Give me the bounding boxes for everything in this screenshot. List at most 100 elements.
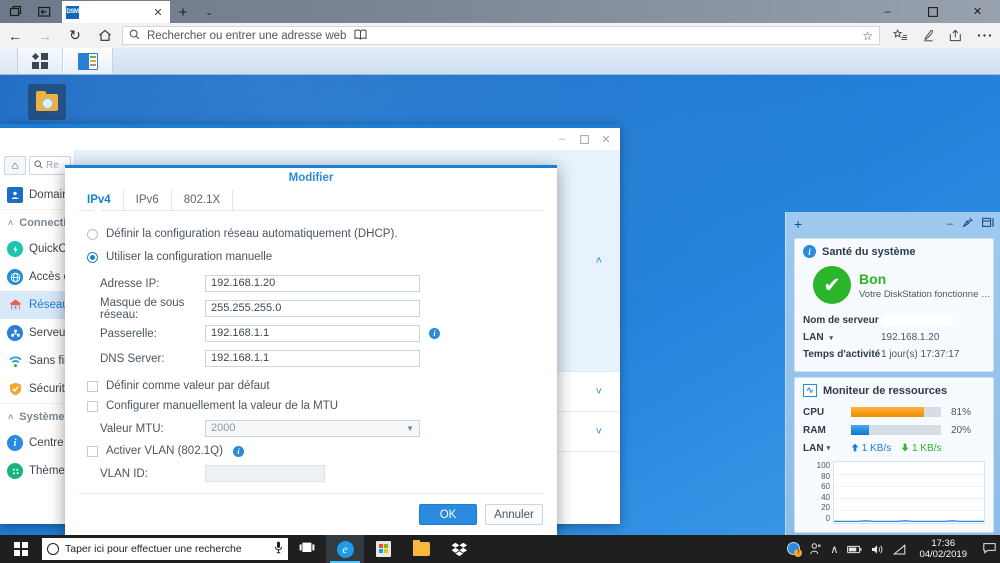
taskbar-app-edge[interactable]: e — [326, 535, 364, 563]
dsm-main-menu-button[interactable] — [18, 48, 63, 74]
set-aside-tabs-icon[interactable] — [30, 0, 60, 23]
address-bar[interactable]: Rechercher ou entrer une adresse web ☆ — [122, 26, 880, 45]
new-tab-button[interactable]: + — [170, 1, 196, 23]
info-value: 192.168.1.20 — [881, 332, 940, 343]
sidebar-item-file-services[interactable]: Serveur — [0, 319, 74, 347]
share-icon[interactable] — [942, 23, 970, 48]
close-button[interactable]: ✕ — [955, 0, 1000, 23]
search-icon — [34, 159, 43, 172]
chevron-down-icon[interactable]: ▾ — [827, 444, 831, 452]
ok-button[interactable]: OK — [419, 504, 477, 525]
sidebar-home-button[interactable]: ⌂ — [4, 156, 26, 175]
cp-close-button[interactable]: ✕ — [596, 130, 616, 148]
minimize-button[interactable]: – — [865, 0, 910, 23]
forward-icon[interactable]: → — [30, 23, 60, 48]
chevron-down-icon[interactable]: ▼ — [406, 421, 414, 436]
taskbar-app-microsoft-store[interactable] — [364, 535, 402, 563]
desktop-shortcut-file-station[interactable] — [28, 84, 66, 120]
chevron-down-icon[interactable]: ˅ — [596, 426, 602, 438]
chevron-down-icon[interactable]: ⌄ — [196, 1, 222, 23]
tab-ipv6[interactable]: IPv6 — [124, 190, 172, 210]
radio-manual[interactable]: Utiliser la configuration manuelle — [87, 248, 539, 266]
browser-tab[interactable]: DSM ✕ — [62, 1, 170, 23]
tab-close-icon[interactable]: ✕ — [150, 6, 166, 19]
chevron-down-icon[interactable]: ˅ — [596, 386, 602, 398]
network-warning-icon[interactable]: ! — [787, 542, 803, 557]
back-icon[interactable]: ← — [0, 23, 30, 48]
battery-icon[interactable] — [847, 545, 862, 554]
checkbox-manual-mtu[interactable]: Configurer manuellement la valeur de la … — [87, 396, 539, 416]
ram-progress-bar — [851, 425, 941, 435]
vlan-id-input[interactable] — [205, 465, 325, 482]
subnet-mask-input[interactable]: 255.255.255.0 — [205, 300, 420, 317]
home-icon[interactable] — [90, 23, 120, 48]
start-button[interactable] — [0, 535, 42, 563]
volume-icon[interactable] — [871, 544, 884, 555]
gateway-input[interactable]: 192.168.1.1 — [205, 325, 420, 342]
dns-server-input[interactable]: 192.168.1.1 — [205, 350, 420, 367]
taskbar-search-input[interactable]: Taper ici pour effectuer une recherche — [42, 538, 288, 560]
clock-time: 17:36 — [931, 538, 956, 549]
widget-minimize-button[interactable]: – — [947, 218, 953, 230]
sidebar-item-external-access[interactable]: Accès e — [0, 263, 74, 291]
sidebar-item-security[interactable]: Sécurité — [0, 375, 74, 403]
sidebar-item-network[interactable]: Réseau — [0, 291, 74, 319]
chevron-up-icon[interactable]: ∧ — [830, 543, 838, 556]
taskbar-item-control-panel[interactable] — [63, 48, 113, 74]
ip-address-input[interactable]: 192.168.1.20 — [205, 275, 420, 292]
info-key: Nom de serveur — [803, 315, 879, 326]
reading-view-icon[interactable] — [354, 29, 367, 43]
info-value: 1 jour(s) 17:37:17 — [881, 349, 960, 360]
people-icon[interactable] — [810, 543, 822, 555]
cancel-button[interactable]: Annuler — [485, 504, 543, 525]
sidebar-item-quickconnect[interactable]: QuickCo — [0, 235, 74, 263]
sidebar-item-info-center[interactable]: i Centre — [0, 429, 74, 457]
add-widget-button[interactable]: + — [794, 216, 802, 232]
lan-selector[interactable]: LAN ▾ — [803, 443, 851, 454]
vlan-info-icon[interactable]: i — [232, 445, 244, 457]
sidebar-item-theme[interactable]: Thème — [0, 457, 74, 485]
settings-more-icon[interactable] — [970, 23, 998, 48]
radio-button[interactable] — [87, 251, 98, 263]
restore-down-icon[interactable] — [0, 0, 30, 23]
checkbox[interactable] — [87, 400, 98, 412]
cp-minimize-button[interactable]: – — [552, 130, 572, 148]
taskbar-clock[interactable]: 17:36 04/02/2019 — [915, 538, 971, 560]
wifi-icon[interactable] — [893, 543, 906, 555]
sidebar-item-domain[interactable]: Domain — [0, 181, 74, 209]
chevron-up-icon[interactable]: ˄ — [596, 255, 602, 267]
favorite-star-icon[interactable]: ☆ — [854, 29, 873, 43]
checkbox[interactable] — [87, 380, 98, 392]
tab-ipv4[interactable]: IPv4 — [81, 190, 124, 210]
gateway-info-icon[interactable]: i — [429, 328, 440, 339]
sidebar-item-wireless[interactable]: Sans fil — [0, 347, 74, 375]
mtu-value-select[interactable]: 2000 ▼ — [205, 420, 420, 437]
sidebar-section-connectivity[interactable]: ˄ Connecti — [0, 209, 74, 235]
user-glyph — [11, 191, 19, 199]
tab-8021x[interactable]: 802.1X — [172, 190, 234, 210]
info-key[interactable]: LAN ▾ — [803, 332, 881, 343]
radio-button[interactable] — [87, 228, 98, 240]
radio-dhcp[interactable]: Définir la configuration réseau automati… — [87, 225, 539, 243]
microphone-icon[interactable] — [274, 541, 283, 557]
people-glyph — [810, 543, 822, 555]
maximize-button[interactable] — [910, 0, 955, 23]
task-view-button[interactable] — [288, 535, 326, 563]
chevron-down-icon[interactable]: ▾ — [829, 335, 833, 342]
app-grid-icon — [32, 53, 48, 69]
sidebar-section-system[interactable]: ˄ Système — [0, 403, 74, 429]
palette-glyph — [10, 466, 20, 476]
checkbox[interactable] — [87, 445, 98, 457]
widget-pin-icon[interactable] — [962, 217, 973, 231]
widget-dock-icon[interactable] — [982, 217, 994, 231]
checkbox-enable-vlan[interactable]: Activer VLAN (802.1Q) i — [87, 441, 539, 461]
cp-maximize-button[interactable] — [574, 130, 594, 148]
taskbar-app-file-explorer[interactable] — [402, 535, 440, 563]
refresh-icon[interactable]: ↻ — [60, 23, 90, 48]
action-center-icon[interactable] — [980, 542, 996, 557]
web-notes-pen-icon[interactable] — [914, 23, 942, 48]
taskbar-app-dropbox[interactable] — [440, 535, 478, 563]
favorites-hub-icon[interactable] — [886, 23, 914, 48]
globe-icon — [7, 269, 23, 285]
checkbox-default-gateway[interactable]: Définir comme valeur par défaut — [87, 376, 539, 396]
